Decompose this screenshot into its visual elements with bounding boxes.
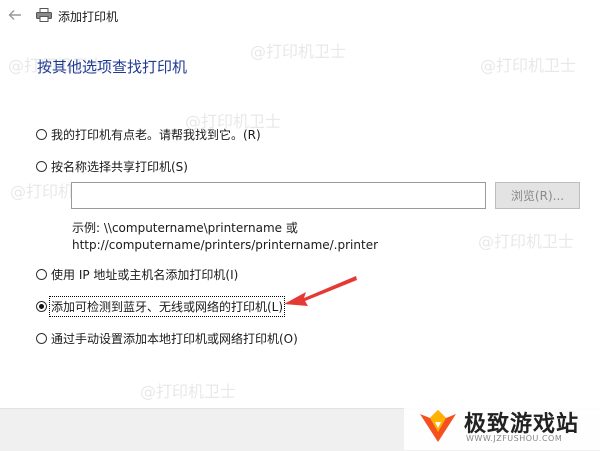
watermark: @打印机卫士	[140, 382, 237, 401]
watermark: @打印机卫士	[478, 232, 575, 251]
printer-icon	[36, 8, 52, 22]
page-heading: 按其他选项查找打印机	[37, 58, 188, 76]
radio-option-shared-printer[interactable]: 按名称选择共享打印机(S)	[36, 158, 188, 175]
radio-button[interactable]	[36, 161, 47, 172]
radio-label: 添加可检测到蓝牙、无线或网络的打印机(L)	[48, 296, 286, 317]
radio-label: 通过手动设置添加本地打印机或网络打印机(O)	[51, 332, 298, 346]
radio-button[interactable]	[36, 333, 47, 344]
logo-emblem-icon	[420, 410, 456, 442]
radio-button[interactable]	[36, 269, 47, 280]
radio-option-bluetooth-wireless[interactable]: 添加可检测到蓝牙、无线或网络的打印机(L)	[36, 296, 286, 317]
radio-button-selected[interactable]	[36, 301, 47, 312]
radio-label: 按名称选择共享打印机(S)	[51, 160, 188, 174]
browse-button[interactable]: 浏览(R)...	[495, 182, 580, 209]
radio-option-old-printer[interactable]: 我的打印机有点老。请帮我找到它。(R)	[36, 126, 261, 143]
title-bar: 添加打印机	[0, 0, 600, 32]
radio-label: 我的打印机有点老。请帮我找到它。(R)	[51, 128, 261, 142]
red-arrow-annotation	[284, 276, 357, 306]
example-line-1: 示例: \\computername\printername 或	[72, 221, 298, 235]
window-title: 添加打印机	[58, 10, 119, 24]
watermark: @打印机卫士	[480, 56, 577, 75]
site-logo: 极致游戏站 WWW.JZFUSHOU.COM	[404, 404, 600, 450]
radio-option-manual-setup[interactable]: 通过手动设置添加本地打印机或网络打印机(O)	[36, 330, 298, 347]
example-text: 示例: \\computername\printername 或 http://…	[72, 220, 378, 254]
logo-url: WWW.JZFUSHOU.COM	[466, 434, 563, 443]
example-line-2: http://computername/printers/printername…	[72, 238, 379, 252]
back-arrow-icon[interactable]	[6, 6, 24, 24]
watermark: @打印机卫士	[250, 42, 347, 61]
radio-label: 使用 IP 地址或主机名添加打印机(I)	[51, 268, 239, 282]
shared-printer-name-input[interactable]	[71, 182, 486, 209]
radio-option-ip-address[interactable]: 使用 IP 地址或主机名添加打印机(I)	[36, 266, 238, 283]
radio-button[interactable]	[36, 129, 47, 140]
